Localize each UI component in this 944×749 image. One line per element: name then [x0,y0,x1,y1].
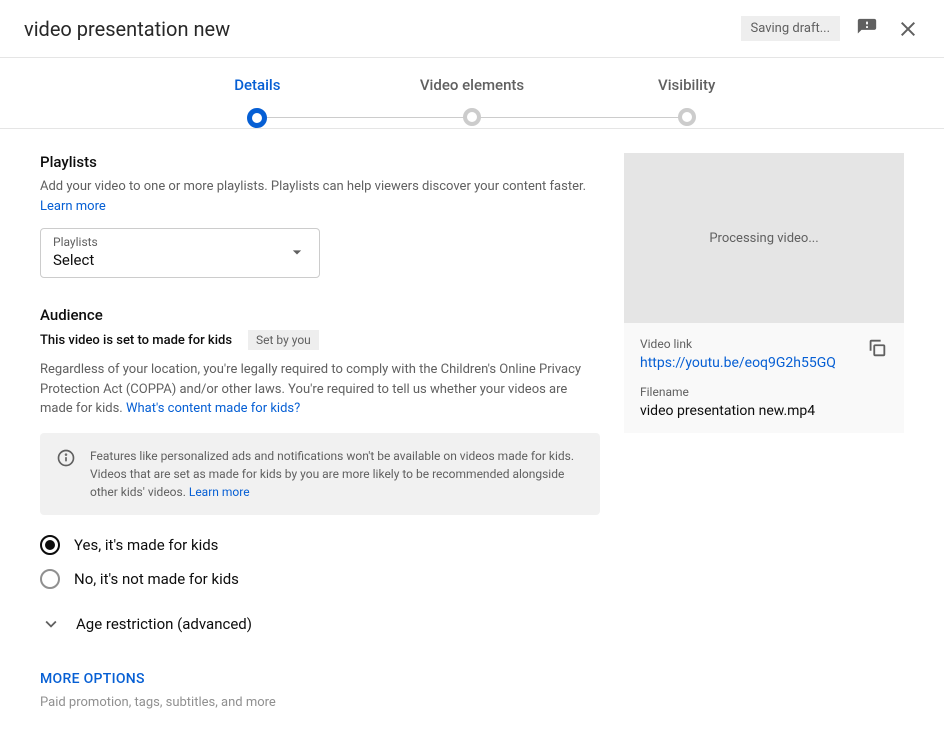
select-label: Playlists [53,235,287,249]
video-link-label: Video link [640,337,858,351]
filename-value: video presentation new.mp4 [640,403,888,419]
chevron-down-icon [40,613,62,635]
radio-icon [40,535,60,555]
dropdown-caret-icon [287,242,307,262]
audience-info-learn-more-link[interactable]: Learn more [189,485,250,499]
more-options-desc: Paid promotion, tags, subtitles, and mor… [40,695,600,710]
playlists-heading: Playlists [40,153,600,171]
step-dot [463,108,481,126]
audience-info-box: Features like personalized ads and notif… [40,433,600,515]
more-options-button[interactable]: MORE OPTIONS [40,671,600,687]
playlists-select[interactable]: Playlists Select [40,228,320,278]
playlists-desc: Add your video to one or more playlists.… [40,177,600,216]
step-details[interactable]: Details [150,76,365,108]
video-link[interactable]: https://youtu.be/eoq9G2h55GQ [640,355,858,371]
step-visibility[interactable]: Visibility [579,76,794,108]
dialog-header: video presentation new Saving draft... [0,0,944,58]
audience-heading: Audience [40,306,600,324]
radio-icon [40,569,60,589]
processing-text: Processing video... [709,231,818,246]
audience-status: This video is set to made for kids [40,333,232,348]
age-restriction-toggle[interactable]: Age restriction (advanced) [40,613,600,635]
close-icon[interactable] [896,17,920,41]
step-dot-active [247,108,267,128]
content-for-kids-link[interactable]: What's content made for kids? [126,401,300,416]
radio-yes-made-for-kids[interactable]: Yes, it's made for kids [40,535,600,555]
video-title: video presentation new [24,17,741,41]
saving-draft-badge: Saving draft... [741,16,840,41]
filename-label: Filename [640,385,888,399]
upload-stepper: Details Video elements Visibility [0,58,944,129]
step-dot [678,108,696,126]
copy-icon[interactable] [866,337,888,359]
audience-desc: Regardless of your location, you're lega… [40,360,600,419]
set-by-badge: Set by you [248,330,319,350]
video-metadata: Video link https://youtu.be/eoq9G2h55GQ … [624,323,904,433]
playlists-learn-more-link[interactable]: Learn more [40,199,106,214]
feedback-icon[interactable] [856,17,880,41]
info-icon [56,448,76,468]
step-video-elements[interactable]: Video elements [365,76,580,108]
select-value: Select [53,251,287,269]
radio-not-made-for-kids[interactable]: No, it's not made for kids [40,569,600,589]
video-preview: Processing video... [624,153,904,323]
